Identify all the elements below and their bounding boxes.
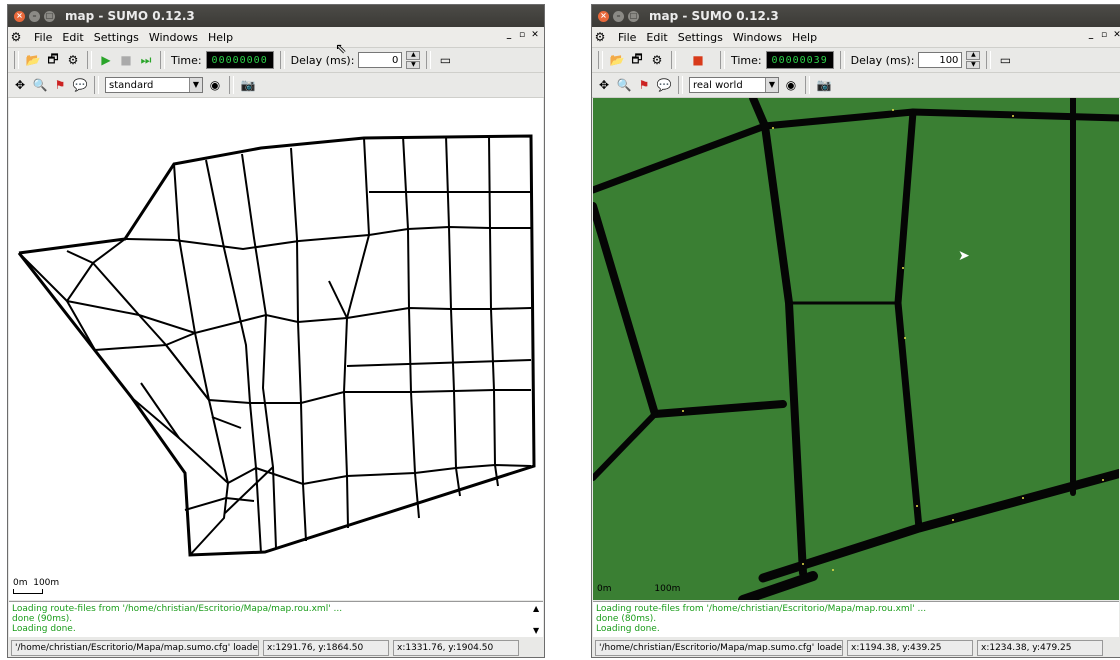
scheme-select[interactable]: real world ▼ bbox=[689, 77, 779, 93]
locate-icon[interactable]: ✥ bbox=[596, 77, 612, 93]
menu-help[interactable]: Help bbox=[792, 31, 817, 44]
log-line: done (80ms). bbox=[596, 614, 657, 624]
settings-icon[interactable]: ⚙ bbox=[649, 52, 665, 68]
reload-icon[interactable]: 🗗 bbox=[629, 52, 645, 68]
sumo-window-left: × – □ map - SUMO 0.12.3 ⚙ File Edit Sett… bbox=[7, 4, 545, 658]
new-view-icon[interactable]: ▭ bbox=[437, 52, 453, 68]
app-icon: ⚙ bbox=[10, 30, 22, 44]
snapshot-icon[interactable]: 📷 bbox=[816, 77, 832, 93]
mdi-minimize-icon[interactable]: _ bbox=[504, 30, 514, 40]
view-toolbar: ✥ 🔍 ⚑ 💬 standard ▼ ◉ 📷 bbox=[8, 73, 544, 98]
menu-windows[interactable]: Windows bbox=[149, 31, 198, 44]
scale-bar: 0m 100m bbox=[597, 584, 681, 594]
time-label: Time: bbox=[171, 53, 202, 67]
view-toolbar: ✥ 🔍 ⚑ 💬 real world ▼ ◉ 📷 bbox=[592, 73, 1120, 98]
log-line: Loading route-files from '/home/christia… bbox=[596, 604, 927, 614]
step-icon[interactable]: ⏭ bbox=[138, 52, 154, 68]
map-canvas[interactable]: 0m 100m bbox=[9, 98, 543, 600]
sim-toolbar: 📂 🗗 ⚙ ■ Time: 00000039 Delay (ms): 100 ▲… bbox=[592, 48, 1120, 73]
bubble-icon[interactable]: 💬 bbox=[656, 77, 672, 93]
bubble-icon[interactable]: 💬 bbox=[72, 77, 88, 93]
scheme-select[interactable]: standard ▼ bbox=[105, 77, 203, 93]
time-label: Time: bbox=[731, 53, 762, 67]
menu-help[interactable]: Help bbox=[208, 31, 233, 44]
title-bar: × – □ map - SUMO 0.12.3 bbox=[592, 5, 1120, 27]
new-view-icon[interactable]: ▭ bbox=[997, 52, 1013, 68]
tracker-icon[interactable]: ⚑ bbox=[636, 77, 652, 93]
window-title: map - SUMO 0.12.3 bbox=[649, 9, 779, 23]
time-display: 00000039 bbox=[765, 51, 834, 69]
delay-input[interactable]: 100 bbox=[918, 52, 963, 68]
play-icon[interactable]: ▶ bbox=[98, 52, 114, 68]
menu-settings[interactable]: Settings bbox=[94, 31, 139, 44]
status-position-geo: x:1331.76, y:1904.50 bbox=[393, 639, 519, 656]
menu-bar: ⚙ File Edit Settings Windows Help _▫✕ bbox=[592, 27, 1120, 48]
mdi-restore-icon[interactable]: ▫ bbox=[1099, 30, 1109, 40]
menu-bar: ⚙ File Edit Settings Windows Help _▫✕ bbox=[8, 27, 544, 48]
reload-icon[interactable]: 🗗 bbox=[45, 52, 61, 68]
status-file: '/home/christian/Escritorio/Mapa/map.sum… bbox=[11, 639, 259, 656]
road-network bbox=[593, 98, 1119, 600]
open-icon[interactable]: 📂 bbox=[25, 52, 41, 68]
menu-file[interactable]: File bbox=[34, 31, 52, 44]
palette-icon[interactable]: ◉ bbox=[207, 77, 223, 93]
stop-icon[interactable]: ■ bbox=[118, 52, 134, 68]
zoom-icon[interactable]: 🔍 bbox=[616, 77, 632, 93]
sim-toolbar: 📂 🗗 ⚙ ▶ ■ ⏭ Time: 00000000 Delay (ms): 0… bbox=[8, 48, 544, 73]
close-icon[interactable]: × bbox=[598, 10, 609, 22]
app-icon: ⚙ bbox=[594, 30, 606, 44]
sumo-window-right: × – □ map - SUMO 0.12.3 ⚙ File Edit Sett… bbox=[591, 4, 1120, 658]
mdi-close-icon[interactable]: ✕ bbox=[530, 30, 540, 40]
status-position: x:1194.38, y:439.25 bbox=[847, 639, 973, 656]
stop-icon[interactable]: ■ bbox=[690, 52, 706, 68]
minimize-icon[interactable]: – bbox=[29, 10, 40, 22]
zoom-icon[interactable]: 🔍 bbox=[32, 77, 48, 93]
mdi-close-icon[interactable]: ✕ bbox=[1112, 30, 1120, 40]
delay-input[interactable]: 0 bbox=[358, 52, 403, 68]
message-log: Loading route-files from '/home/christia… bbox=[593, 601, 1119, 637]
log-line: Loading done. bbox=[596, 624, 660, 634]
mdi-minimize-icon[interactable]: _ bbox=[1086, 30, 1096, 40]
status-bar: '/home/christian/Escritorio/Mapa/map.sum… bbox=[593, 639, 1119, 656]
status-position-geo: x:1234.38, y:479.25 bbox=[977, 639, 1103, 656]
locate-icon[interactable]: ✥ bbox=[12, 77, 28, 93]
minimize-icon[interactable]: – bbox=[613, 10, 624, 22]
menu-windows[interactable]: Windows bbox=[733, 31, 782, 44]
status-position: x:1291.76, y:1864.50 bbox=[263, 639, 389, 656]
log-line: Loading done. bbox=[12, 624, 76, 634]
mouse-cursor: ➤ bbox=[958, 248, 970, 264]
status-file: '/home/christian/Escritorio/Mapa/map.sum… bbox=[595, 639, 843, 656]
delay-label: Delay (ms): bbox=[850, 53, 915, 67]
open-icon[interactable]: 📂 bbox=[609, 52, 625, 68]
maximize-icon[interactable]: □ bbox=[44, 10, 55, 22]
mouse-cursor: ⇖ bbox=[335, 41, 347, 57]
menu-edit[interactable]: Edit bbox=[646, 31, 667, 44]
scale-bar: 0m 100m bbox=[13, 578, 59, 594]
log-scrollbar[interactable]: ▲ ▼ bbox=[533, 604, 541, 636]
message-log: Loading route-files from '/home/christia… bbox=[9, 601, 543, 637]
snapshot-icon[interactable]: 📷 bbox=[240, 77, 256, 93]
menu-edit[interactable]: Edit bbox=[62, 31, 83, 44]
mdi-restore-icon[interactable]: ▫ bbox=[517, 30, 527, 40]
title-bar: × – □ map - SUMO 0.12.3 bbox=[8, 5, 544, 27]
tracker-icon[interactable]: ⚑ bbox=[52, 77, 68, 93]
close-icon[interactable]: × bbox=[14, 10, 25, 22]
log-line: done (90ms). bbox=[12, 614, 73, 624]
road-network bbox=[17, 134, 536, 557]
maximize-icon[interactable]: □ bbox=[628, 10, 639, 22]
palette-icon[interactable]: ◉ bbox=[783, 77, 799, 93]
settings-icon[interactable]: ⚙ bbox=[65, 52, 81, 68]
time-display: 00000000 bbox=[205, 51, 274, 69]
map-canvas[interactable]: 0m 100m ➤ bbox=[593, 98, 1119, 600]
menu-settings[interactable]: Settings bbox=[678, 31, 723, 44]
delay-spinner[interactable]: ▲ ▼ bbox=[966, 51, 981, 69]
delay-spinner[interactable]: ▲ ▼ bbox=[406, 51, 421, 69]
window-title: map - SUMO 0.12.3 bbox=[65, 9, 195, 23]
log-line: Loading route-files from '/home/christia… bbox=[12, 604, 343, 614]
status-bar: '/home/christian/Escritorio/Mapa/map.sum… bbox=[9, 639, 543, 656]
menu-file[interactable]: File bbox=[618, 31, 636, 44]
